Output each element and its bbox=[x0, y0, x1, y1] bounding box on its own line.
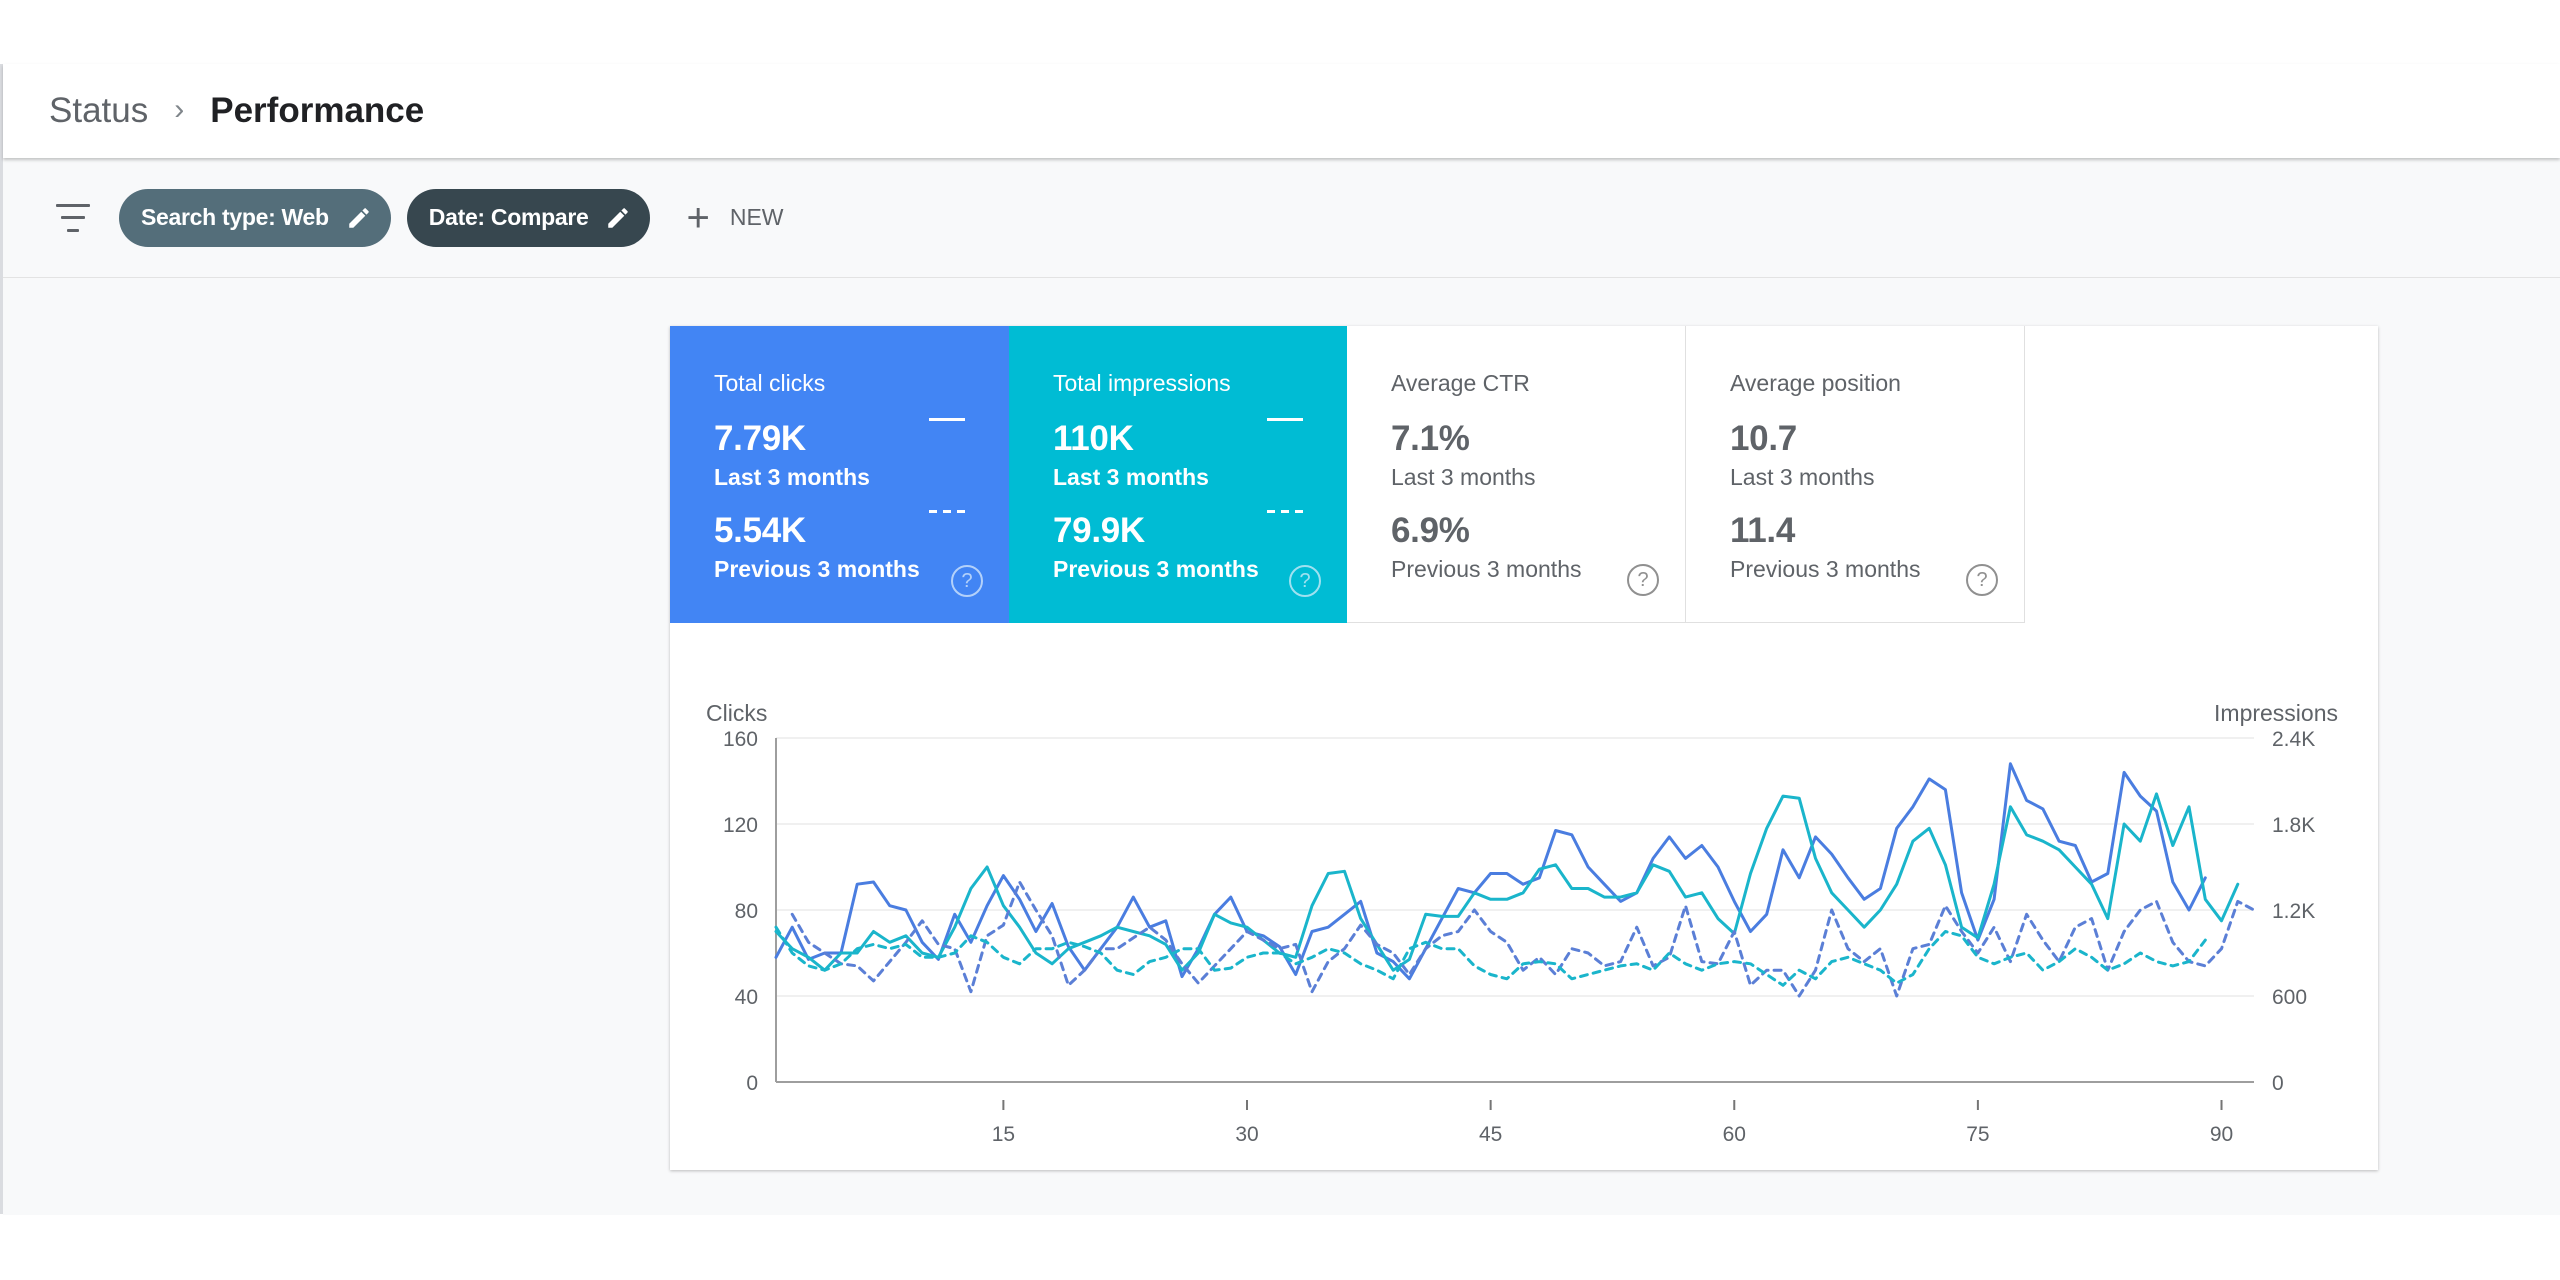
right-tick-label: 1.2K bbox=[2272, 900, 2315, 923]
chart-grid bbox=[776, 737, 2254, 1083]
help-icon[interactable]: ? bbox=[951, 565, 983, 597]
help-icon[interactable]: ? bbox=[1627, 564, 1659, 596]
tile-previous-value: 79.9K bbox=[1053, 511, 1145, 550]
edit-pencil-icon[interactable] bbox=[604, 204, 632, 232]
search-type-chip[interactable]: Search type: Web bbox=[119, 188, 391, 247]
right-tick-label: 1.8K bbox=[2272, 814, 2315, 837]
tile-title: Average CTR bbox=[1391, 370, 1530, 396]
chart-axes: 0 0 40 600 80 1.2K 120 1.8K 160 2.4K 15 30 45 60 75 90 bbox=[723, 728, 2315, 1146]
breadcrumb-chevron-icon: › bbox=[174, 93, 185, 126]
page-title: Performance bbox=[210, 91, 425, 130]
left-tick-label: 80 bbox=[735, 900, 758, 923]
previous-period-line bbox=[790, 880, 2256, 998]
help-icon[interactable]: ? bbox=[1966, 564, 1998, 596]
bottom-blank-area bbox=[0, 1215, 2560, 1280]
left-tick-label: 160 bbox=[723, 728, 758, 751]
left-tick-label: 120 bbox=[723, 814, 758, 837]
x-tick-label: 15 bbox=[992, 1123, 1015, 1146]
x-tick-label: 90 bbox=[2210, 1123, 2233, 1146]
tile-previous-value: 6.9% bbox=[1391, 511, 1470, 550]
tile-title: Average position bbox=[1730, 370, 1901, 396]
tile-average-ctr[interactable]: Average CTR 7.1% Last 3 months 6.9% Prev… bbox=[1347, 326, 1686, 623]
help-icon[interactable]: ? bbox=[1289, 565, 1321, 597]
edit-pencil-icon[interactable] bbox=[345, 204, 373, 232]
left-tick-label: 0 bbox=[746, 1072, 758, 1095]
x-tick-label: 60 bbox=[1723, 1123, 1746, 1146]
tile-total-clicks[interactable]: Total clicks 7.79K Last 3 months 5.54K P… bbox=[670, 326, 1009, 623]
filter-icon[interactable] bbox=[55, 203, 91, 232]
tile-total-impressions[interactable]: Total impressions 110K Last 3 months 79.… bbox=[1009, 326, 1347, 623]
tile-title: Total clicks bbox=[714, 370, 826, 396]
performance-chart: Clicks Impressions 0 0 40 600 80 1.2K 120 1.8K 1… bbox=[670, 623, 2378, 1170]
tile-average-position[interactable]: Average position 10.7 Last 3 months 11.4… bbox=[1686, 326, 2025, 623]
dashed-line-legend-icon bbox=[929, 510, 965, 513]
performance-card: Total clicks 7.79K Last 3 months 5.54K P… bbox=[670, 326, 2378, 1170]
breadcrumb-status-link[interactable]: Status bbox=[49, 91, 148, 131]
filter-bar: Search type: Web Date: Compare + NEW bbox=[3, 158, 2560, 278]
x-tick-label: 75 bbox=[1966, 1123, 1989, 1146]
left-axis-label: Clicks bbox=[706, 700, 767, 726]
right-tick-label: 2.4K bbox=[2272, 728, 2315, 751]
date-chip-label: Date: Compare bbox=[428, 204, 589, 230]
tile-current-value: 7.1% bbox=[1391, 419, 1470, 458]
tile-current-label: Last 3 months bbox=[1053, 464, 1209, 490]
tile-current-value: 7.79K bbox=[714, 419, 806, 458]
previous-period-line bbox=[774, 925, 2207, 987]
new-filter-label: NEW bbox=[729, 204, 784, 230]
right-tick-label: 0 bbox=[2272, 1072, 2284, 1095]
plus-icon: + bbox=[686, 195, 710, 240]
date-compare-chip[interactable]: Date: Compare bbox=[406, 188, 651, 247]
tile-current-label: Last 3 months bbox=[1391, 464, 1536, 490]
tile-previous-value: 11.4 bbox=[1730, 511, 1795, 550]
x-tick-label: 45 bbox=[1479, 1123, 1502, 1146]
x-tick-label: 30 bbox=[1235, 1123, 1258, 1146]
chart-lines bbox=[774, 762, 2256, 998]
tile-title: Total impressions bbox=[1053, 370, 1231, 396]
chart-svg: Clicks Impressions 0 0 40 600 80 1.2K 120 1.8K 1… bbox=[706, 700, 2338, 1146]
left-tick-label: 40 bbox=[735, 986, 758, 1009]
new-filter-button[interactable]: + NEW bbox=[686, 198, 783, 238]
dashed-line-legend-icon bbox=[1267, 510, 1303, 513]
current-period-line bbox=[774, 792, 2240, 972]
search-type-chip-label: Search type: Web bbox=[141, 204, 329, 230]
tile-current-label: Last 3 months bbox=[1730, 464, 1875, 490]
solid-line-legend-icon bbox=[929, 418, 965, 421]
metric-tiles: Total clicks 7.79K Last 3 months 5.54K P… bbox=[670, 326, 2025, 623]
right-axis-label: Impressions bbox=[2214, 700, 2338, 726]
solid-line-legend-icon bbox=[1267, 418, 1303, 421]
tile-current-label: Last 3 months bbox=[714, 464, 870, 490]
tile-current-value: 10.7 bbox=[1730, 419, 1797, 458]
tile-current-value: 110K bbox=[1053, 419, 1134, 458]
page-header: Status › Performance bbox=[3, 64, 2560, 158]
tile-previous-value: 5.54K bbox=[714, 511, 806, 550]
right-tick-label: 600 bbox=[2272, 986, 2307, 1009]
